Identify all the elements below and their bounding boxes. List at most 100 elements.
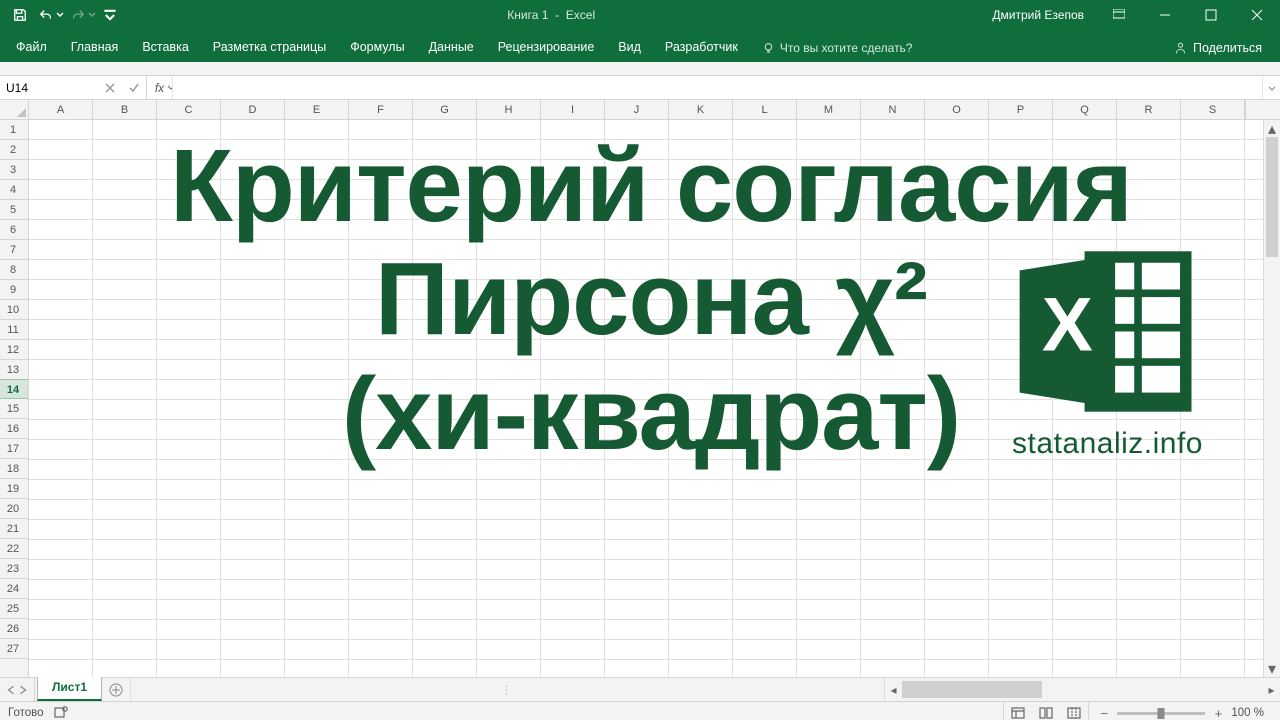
row-header[interactable]: 25 xyxy=(0,599,28,619)
tab-insert[interactable]: Вставка xyxy=(130,33,200,62)
macro-record-button[interactable] xyxy=(54,705,68,720)
row-header[interactable]: 16 xyxy=(0,419,28,439)
sheet-tab-active[interactable]: Лист1 xyxy=(37,677,102,701)
select-all-button[interactable] xyxy=(0,100,29,119)
column-header[interactable]: M xyxy=(797,100,861,119)
row-header[interactable]: 3 xyxy=(0,160,28,180)
scroll-left-button[interactable]: ◂ xyxy=(885,678,902,701)
zoom-out-button[interactable]: − xyxy=(1097,706,1111,720)
horizontal-scroll-thumb[interactable] xyxy=(902,681,1042,698)
row-header[interactable]: 4 xyxy=(0,180,28,200)
row-header[interactable]: 2 xyxy=(0,140,28,160)
save-button[interactable] xyxy=(8,3,32,27)
formula-input[interactable] xyxy=(173,76,1262,99)
horizontal-scrollbar[interactable]: ◂ ▸ xyxy=(884,678,1280,701)
row-header[interactable]: 27 xyxy=(0,639,28,659)
qat-customize[interactable] xyxy=(98,3,122,27)
minimize-button[interactable] xyxy=(1142,0,1188,30)
column-header[interactable]: A xyxy=(29,100,93,119)
enter-formula-button[interactable] xyxy=(122,82,146,94)
row-header[interactable]: 22 xyxy=(0,539,28,559)
tab-home[interactable]: Главная xyxy=(59,33,131,62)
maximize-button[interactable] xyxy=(1188,0,1234,30)
column-header[interactable]: R xyxy=(1117,100,1181,119)
view-normal-button[interactable] xyxy=(1004,702,1032,720)
tab-file[interactable]: Файл xyxy=(4,33,59,62)
zoom-controls: − + 100 % xyxy=(1089,706,1272,720)
sheet-tab-bar: Лист1 ⋮ ◂ ▸ xyxy=(0,677,1280,701)
row-header[interactable]: 7 xyxy=(0,240,28,260)
column-header[interactable]: G xyxy=(413,100,477,119)
undo-button[interactable] xyxy=(34,3,58,27)
row-header-active[interactable]: 14 xyxy=(0,379,28,399)
row-header[interactable]: 13 xyxy=(0,360,28,380)
view-pagelayout-button[interactable] xyxy=(1032,702,1060,720)
row-header[interactable]: 24 xyxy=(0,579,28,599)
column-header[interactable]: I xyxy=(541,100,605,119)
row-header[interactable]: 20 xyxy=(0,499,28,519)
cell-grid[interactable]: Критерий согласия Пирсона χ² (хи-квадрат… xyxy=(29,120,1263,677)
undo-dropdown[interactable] xyxy=(56,3,64,27)
row-header[interactable]: 1 xyxy=(0,120,28,140)
new-sheet-button[interactable] xyxy=(102,678,130,701)
prev-sheet-icon xyxy=(6,685,16,695)
share-button[interactable]: Поделиться xyxy=(1160,34,1276,62)
row-header[interactable]: 6 xyxy=(0,220,28,240)
name-box[interactable] xyxy=(0,76,98,99)
vertical-scrollbar[interactable]: ▴ ▾ xyxy=(1263,120,1280,677)
row-header[interactable]: 17 xyxy=(0,439,28,459)
zoom-slider[interactable] xyxy=(1117,712,1205,715)
tab-formulas[interactable]: Формулы xyxy=(338,33,416,62)
row-header[interactable]: 19 xyxy=(0,479,28,499)
insert-function-button[interactable]: fx xyxy=(147,76,173,99)
sheet-nav[interactable] xyxy=(0,678,35,701)
vertical-scroll-thumb[interactable] xyxy=(1266,137,1278,257)
row-header[interactable]: 23 xyxy=(0,559,28,579)
column-header[interactable]: H xyxy=(477,100,541,119)
row-header[interactable]: 21 xyxy=(0,519,28,539)
tab-review[interactable]: Рецензирование xyxy=(486,33,607,62)
redo-button[interactable] xyxy=(66,3,90,27)
expand-formula-bar[interactable] xyxy=(1262,76,1280,99)
column-header[interactable]: Q xyxy=(1053,100,1117,119)
tab-developer[interactable]: Разработчик xyxy=(653,33,750,62)
column-header[interactable]: J xyxy=(605,100,669,119)
row-header[interactable]: 12 xyxy=(0,340,28,360)
tab-data[interactable]: Данные xyxy=(417,33,486,62)
scroll-up-button[interactable]: ▴ xyxy=(1264,120,1280,137)
column-header[interactable]: E xyxy=(285,100,349,119)
column-header[interactable]: B xyxy=(93,100,157,119)
row-header[interactable]: 11 xyxy=(0,320,28,340)
close-button[interactable] xyxy=(1234,0,1280,30)
sheet-tab-splitter[interactable]: ⋮ xyxy=(130,678,884,701)
row-header[interactable]: 18 xyxy=(0,459,28,479)
scroll-right-button[interactable]: ▸ xyxy=(1263,678,1280,701)
redo-dropdown[interactable] xyxy=(88,3,96,27)
row-header[interactable]: 10 xyxy=(0,300,28,320)
row-header[interactable]: 5 xyxy=(0,200,28,220)
zoom-level[interactable]: 100 % xyxy=(1231,707,1264,719)
scroll-down-button[interactable]: ▾ xyxy=(1264,660,1280,677)
column-header[interactable]: N xyxy=(861,100,925,119)
tell-me-search[interactable]: Что вы хотите сделать? xyxy=(750,34,925,62)
column-header[interactable]: S xyxy=(1181,100,1245,119)
row-header[interactable]: 9 xyxy=(0,280,28,300)
account-name[interactable]: Дмитрий Езепов xyxy=(980,8,1096,22)
column-header[interactable]: D xyxy=(221,100,285,119)
ribbon-options-button[interactable] xyxy=(1096,0,1142,30)
tab-view[interactable]: Вид xyxy=(606,33,653,62)
column-header[interactable]: C xyxy=(157,100,221,119)
column-header[interactable]: L xyxy=(733,100,797,119)
row-header[interactable]: 8 xyxy=(0,260,28,280)
row-header[interactable]: 15 xyxy=(0,399,28,419)
view-pagebreak-button[interactable] xyxy=(1060,702,1088,720)
zoom-in-button[interactable]: + xyxy=(1211,706,1225,720)
column-header[interactable]: F xyxy=(349,100,413,119)
cancel-formula-button[interactable] xyxy=(98,82,122,94)
column-header[interactable]: K xyxy=(669,100,733,119)
tab-pagelayout[interactable]: Разметка страницы xyxy=(201,33,338,62)
row-header[interactable]: 26 xyxy=(0,619,28,639)
column-header[interactable]: P xyxy=(989,100,1053,119)
column-header[interactable]: O xyxy=(925,100,989,119)
zoom-slider-thumb[interactable] xyxy=(1158,708,1165,719)
